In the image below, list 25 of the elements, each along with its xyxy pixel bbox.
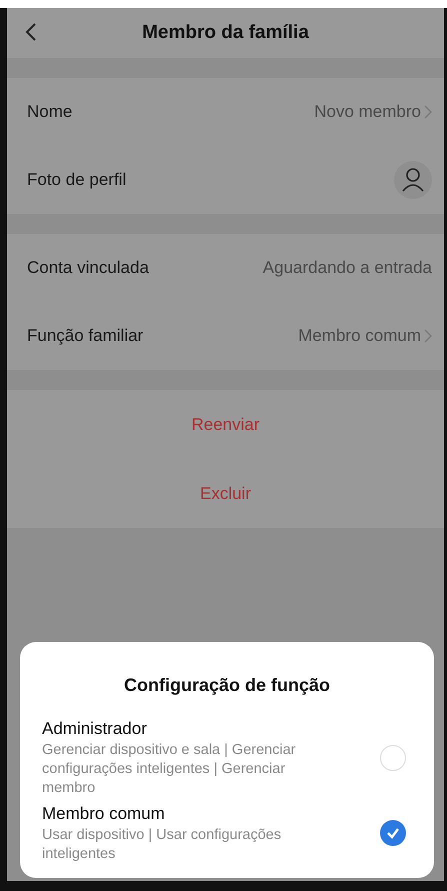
row-label: Função familiar (27, 325, 144, 348)
radio-unchecked[interactable] (380, 744, 406, 770)
option-title: Membro comum (42, 803, 166, 825)
row-value: Aguardando a entrada (262, 257, 432, 280)
row-value: Membro comum (298, 325, 421, 348)
row-value: Novo membro (314, 101, 421, 124)
role-option[interactable]: Membro comum Usar dispositivo | Usar configurações inteligentes (42, 802, 412, 864)
settings-row[interactable]: Foto de perfil (7, 146, 444, 214)
back-icon (25, 22, 37, 42)
row-label: Foto de perfil (27, 169, 126, 192)
role-option[interactable]: Administrador Gerenciar dispositivo e sala | Gerenciar configurações inteligentes | Gerenciar membro (42, 717, 412, 798)
option-title: Administrador (42, 718, 148, 740)
settings-row[interactable]: Nome Novo membro (7, 78, 444, 146)
radio-checked[interactable] (380, 820, 406, 846)
settings-row[interactable]: Função familiar Membro comum (7, 302, 444, 370)
option-description: Usar dispositivo | Usar configurações inteligentes (42, 826, 282, 864)
screen-title: Membro da família (142, 20, 309, 45)
option-description: Gerenciar dispositivo e sala | Gerenciar configurações inteligentes | Gerenciar membro (42, 741, 297, 798)
sheet-title: Configuração de função (122, 674, 331, 697)
chevron-right-icon (424, 105, 432, 119)
avatar-icon (394, 161, 432, 199)
row-label: Conta vinculada (27, 257, 149, 280)
row-label: Nome (27, 101, 72, 124)
chevron-right-icon (424, 329, 432, 343)
checkmark-icon (386, 827, 400, 839)
